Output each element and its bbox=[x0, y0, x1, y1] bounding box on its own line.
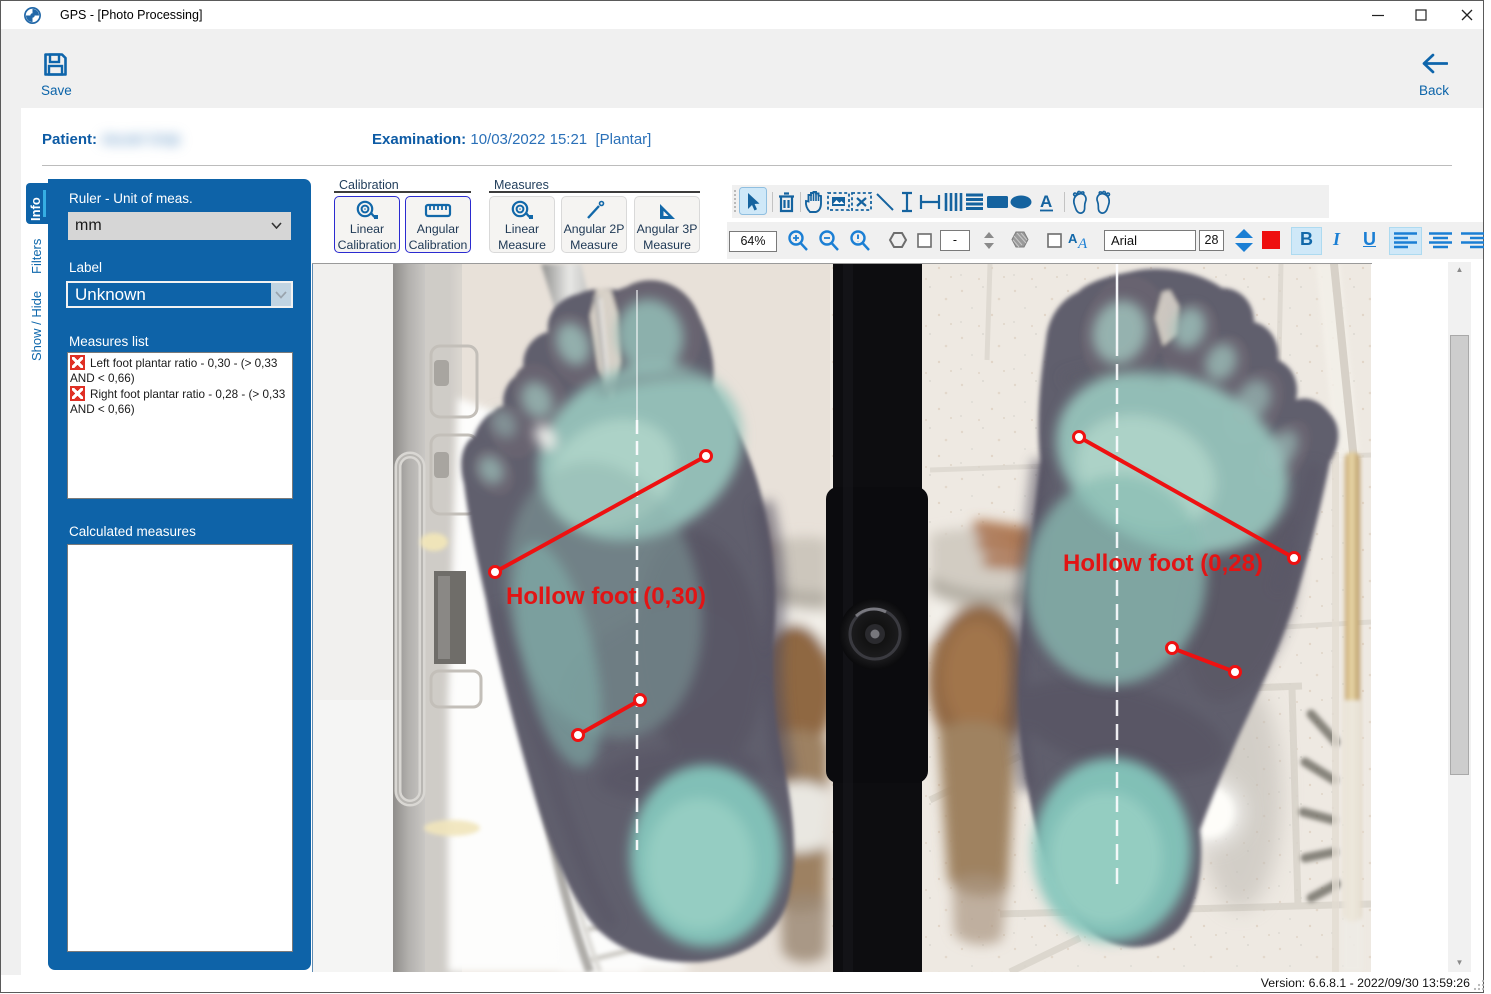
svg-text:A: A bbox=[1040, 192, 1052, 211]
svg-text:A: A bbox=[1077, 236, 1088, 252]
svg-text:A: A bbox=[1068, 231, 1078, 246]
svg-text:Hollow foot (0,30): Hollow foot (0,30) bbox=[506, 583, 706, 610]
svg-text:Hollow foot (0,28): Hollow foot (0,28) bbox=[1063, 550, 1263, 577]
